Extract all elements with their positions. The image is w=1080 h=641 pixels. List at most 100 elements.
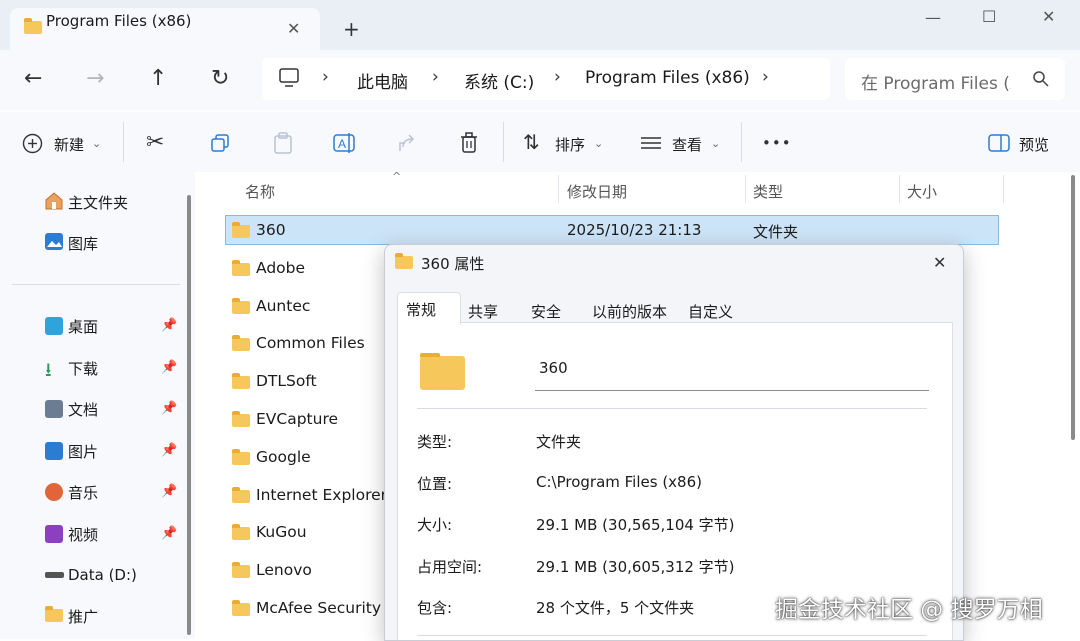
paste-icon[interactable]	[273, 132, 293, 154]
folder-icon	[232, 335, 250, 351]
tab-general-label[interactable]: 常规	[406, 299, 436, 320]
sort-button[interactable]: 排序	[555, 134, 585, 155]
sidebar-item-data-drive[interactable]: Data (D:)	[68, 566, 137, 584]
folder-icon	[232, 487, 250, 503]
pictures-icon	[45, 442, 63, 460]
rename-icon[interactable]: A	[333, 132, 355, 154]
column-divider[interactable]	[1003, 175, 1004, 203]
folder-icon	[395, 253, 413, 269]
minimize-icon[interactable]: —	[925, 8, 941, 27]
tab-previous-versions[interactable]: 以前的版本	[592, 301, 667, 322]
prop-value-location: C:\Program Files (x86)	[536, 473, 702, 491]
home-icon	[45, 192, 63, 210]
folder-icon	[232, 600, 250, 616]
dialog-title: 360 属性	[421, 255, 485, 273]
tab-title: Program Files (x86)	[46, 12, 192, 30]
document-icon	[45, 400, 63, 418]
tab-customize[interactable]: 自定义	[688, 301, 733, 322]
preview-button[interactable]: 预览	[1019, 134, 1049, 155]
copy-icon[interactable]	[210, 133, 230, 153]
breadcrumb-separator[interactable]: ›	[432, 67, 439, 87]
column-header-name[interactable]: 名称	[245, 181, 275, 202]
folder-icon	[232, 524, 250, 540]
file-name[interactable]: Google	[256, 448, 311, 466]
file-name[interactable]: KuGou	[256, 523, 307, 541]
file-name[interactable]: Lenovo	[256, 561, 312, 579]
back-icon[interactable]: ←	[24, 68, 42, 90]
up-icon[interactable]: ↑	[149, 68, 167, 90]
file-list-scrollbar[interactable]	[1071, 175, 1075, 440]
file-name[interactable]: Auntec	[256, 297, 310, 315]
folder-name-value[interactable]: 360	[539, 359, 568, 377]
file-name[interactable]: 360	[256, 221, 286, 239]
tab-security[interactable]: 安全	[531, 301, 561, 322]
column-header-type[interactable]: 类型	[753, 181, 783, 202]
video-icon	[45, 525, 63, 543]
sidebar-scrollbar[interactable]	[187, 195, 191, 635]
breadcrumb-separator: ›	[322, 67, 329, 87]
sidebar-item-gallery[interactable]: 图库	[68, 233, 98, 254]
tab-close-icon[interactable]: ✕	[287, 19, 300, 38]
sidebar-item-home[interactable]: 主文件夹	[68, 192, 128, 213]
sidebar-item-downloads[interactable]: 下载	[68, 358, 98, 379]
dialog-close-icon[interactable]: ✕	[933, 253, 946, 272]
divider	[12, 284, 180, 285]
view-button[interactable]: 查看	[672, 134, 702, 155]
sidebar-item-music[interactable]: 音乐	[68, 482, 98, 503]
tab-sharing[interactable]: 共享	[468, 301, 498, 322]
sidebar-item-videos[interactable]: 视频	[68, 524, 98, 545]
breadcrumb-separator[interactable]: ›	[762, 67, 769, 87]
folder-name-input[interactable]	[535, 354, 929, 391]
column-divider[interactable]	[899, 175, 900, 203]
new-button[interactable]: 新建	[54, 134, 84, 155]
column-divider[interactable]	[558, 175, 559, 203]
file-name[interactable]: DTLSoft	[256, 372, 317, 390]
file-name[interactable]: Adobe	[256, 259, 305, 277]
delete-icon[interactable]	[459, 132, 479, 154]
sidebar-item-promotion[interactable]: 推广	[68, 606, 98, 627]
sidebar-item-documents[interactable]: 文档	[68, 399, 98, 420]
file-date: 2025/10/23 21:13	[567, 221, 702, 239]
folder-icon	[24, 18, 42, 34]
cut-icon[interactable]: ✂	[146, 132, 164, 154]
pin-icon: 📌	[161, 401, 178, 416]
pin-icon: 📌	[161, 526, 178, 541]
breadcrumb-separator[interactable]: ›	[554, 67, 561, 87]
folder-icon	[232, 260, 250, 276]
file-type: 文件夹	[753, 223, 799, 241]
music-icon	[45, 483, 63, 501]
maximize-icon[interactable]: ☐	[982, 7, 996, 26]
divider	[741, 122, 742, 162]
pin-icon: 📌	[161, 318, 178, 333]
share-icon[interactable]	[397, 133, 417, 153]
more-options-button[interactable]: •••	[762, 134, 792, 152]
sidebar-item-pictures[interactable]: 图片	[68, 441, 98, 462]
search-icon[interactable]	[1032, 70, 1050, 88]
search-input[interactable]: 在 Program Files (x	[861, 69, 1011, 94]
refresh-icon[interactable]: ↻	[211, 68, 229, 90]
breadcrumb-this-pc[interactable]: 此电脑	[357, 68, 408, 93]
close-icon[interactable]: ✕	[1042, 7, 1055, 26]
column-divider[interactable]	[745, 175, 746, 203]
breadcrumb-system-c[interactable]: 系统 (C:)	[464, 68, 534, 93]
prop-label-location: 位置:	[417, 475, 453, 493]
folder-icon	[232, 373, 250, 389]
forward-icon[interactable]: →	[86, 68, 104, 90]
computer-icon	[279, 68, 299, 87]
pin-icon: 📌	[161, 443, 178, 458]
column-header-size[interactable]: 大小	[907, 181, 937, 202]
file-name[interactable]: EVCapture	[256, 410, 338, 428]
new-tab-icon[interactable]: +	[343, 19, 360, 39]
download-icon: ⭳	[45, 359, 52, 381]
large-folder-icon	[420, 353, 465, 390]
sidebar-item-desktop[interactable]: 桌面	[68, 316, 98, 337]
file-name[interactable]: McAfee Security	[256, 599, 384, 617]
preview-pane-icon	[988, 134, 1010, 152]
breadcrumb-program-files[interactable]: Program Files (x86)	[585, 68, 750, 88]
column-header-date[interactable]: 修改日期	[567, 181, 627, 202]
file-name[interactable]: Internet Explorer	[256, 486, 384, 504]
chevron-down-icon: ⌄	[711, 137, 721, 150]
prop-value-size: 29.1 MB (30,565,104 字节)	[536, 516, 735, 534]
file-name[interactable]: Common Files	[256, 334, 365, 352]
chevron-down-icon: ⌄	[92, 137, 102, 150]
